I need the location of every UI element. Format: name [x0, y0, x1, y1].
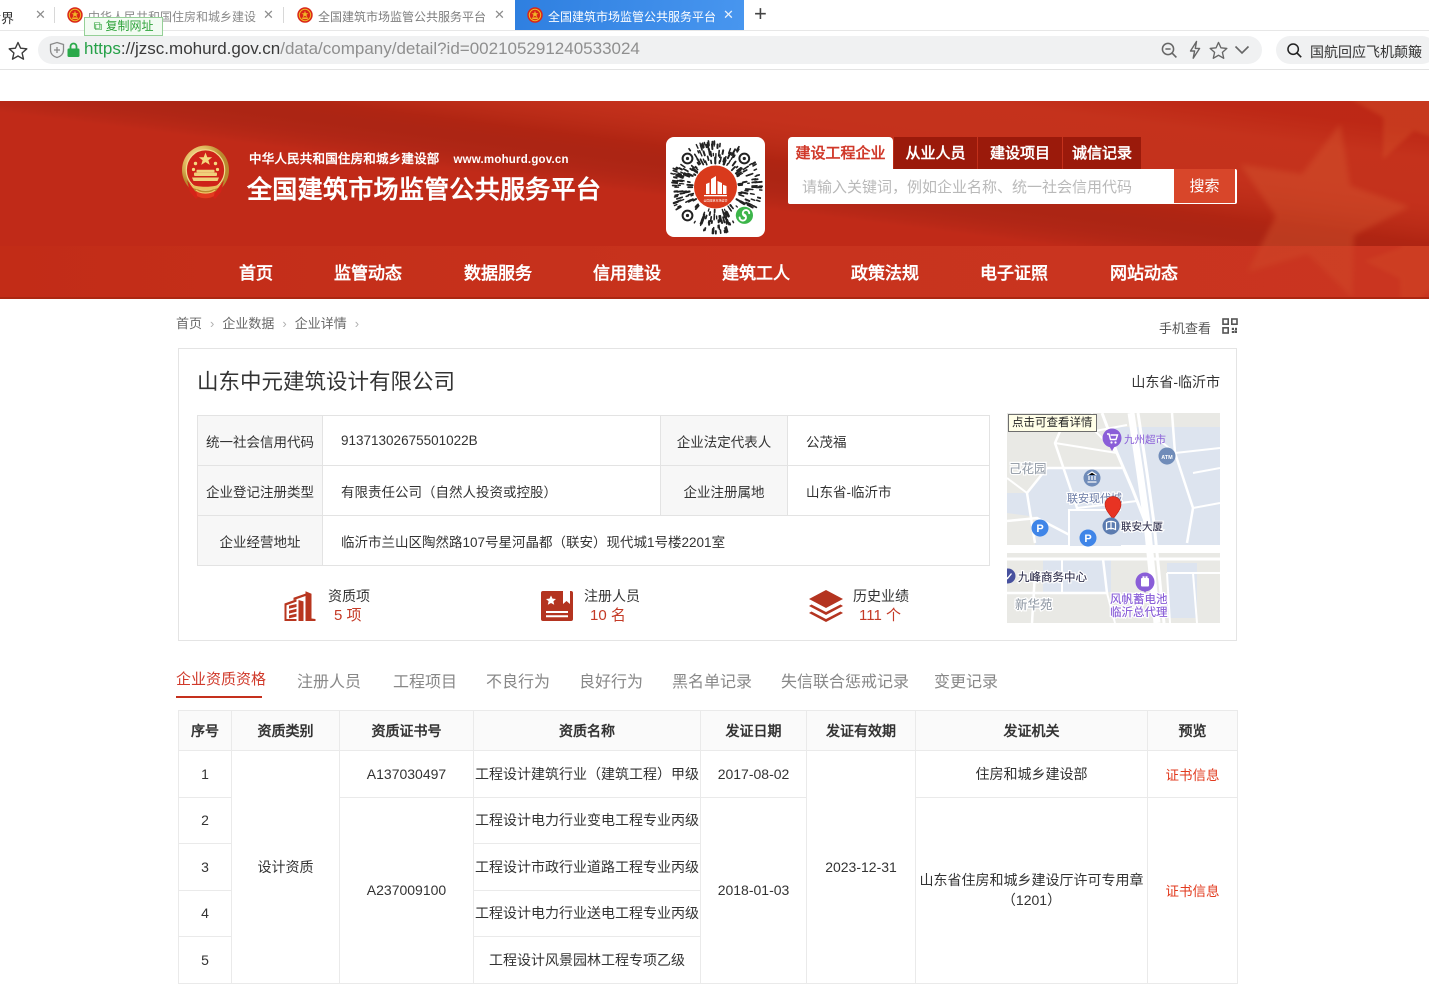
svg-text:联安大厦: 联安大厦 — [1121, 520, 1163, 533]
svg-text:新华苑: 新华苑 — [1015, 597, 1053, 612]
svg-text:临沂总代理: 临沂总代理 — [1110, 605, 1168, 619]
svg-text:风帆蓄电池: 风帆蓄电池 — [1110, 592, 1168, 606]
svg-text:九州超市: 九州超市 — [1124, 433, 1166, 446]
svg-text:P: P — [1036, 523, 1043, 535]
svg-text:九峰商务中心: 九峰商务中心 — [1018, 570, 1087, 584]
svg-text:P: P — [1084, 533, 1091, 545]
svg-text:己花园: 己花园 — [1009, 461, 1047, 476]
svg-text:ATM: ATM — [1161, 455, 1173, 461]
svg-text:全国建筑市场监管: 全国建筑市场监管 — [703, 198, 727, 203]
